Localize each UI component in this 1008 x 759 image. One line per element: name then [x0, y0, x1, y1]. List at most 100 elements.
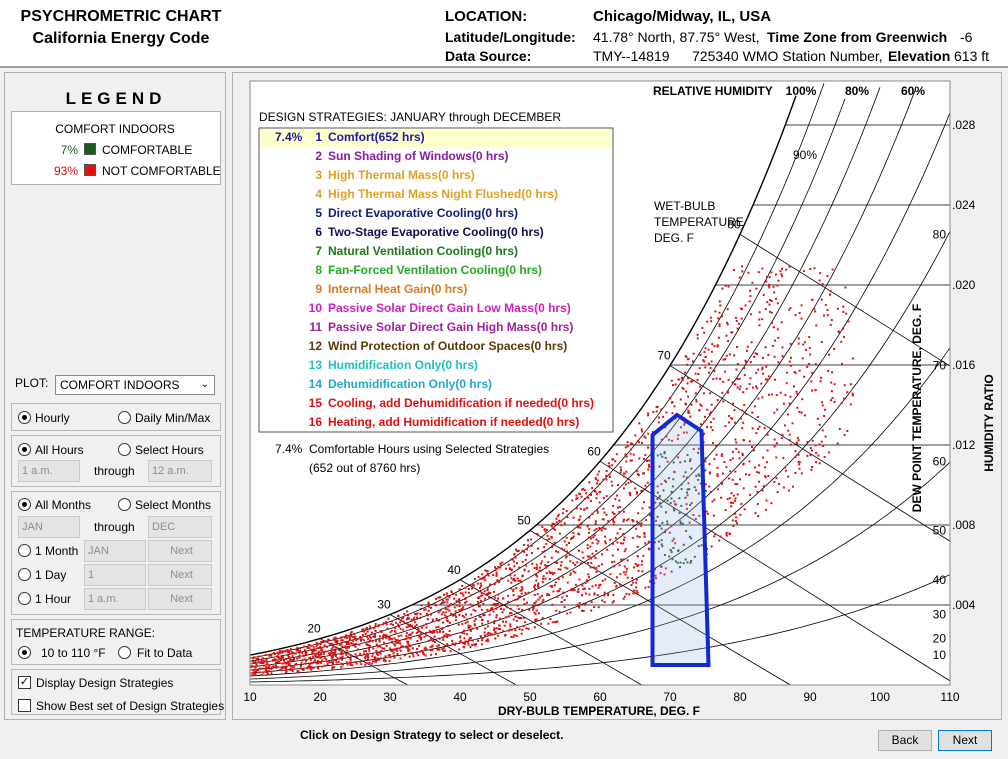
title-line1: PSYCHROMETRIC CHART — [20, 8, 222, 25]
hourly-radio[interactable] — [18, 411, 31, 424]
data-point — [571, 499, 574, 502]
data-point — [773, 438, 776, 441]
data-point — [574, 571, 577, 574]
data-point — [504, 620, 507, 623]
strategy-item-13[interactable]: 13 Humidification Only(0 hrs) — [309, 358, 478, 372]
one-hour-field[interactable]: 1 a.m. — [84, 588, 146, 610]
strategy-item-12[interactable]: 12 Wind Protection of Outdoor Spaces(0 hr… — [309, 339, 568, 353]
data-point — [399, 657, 402, 660]
strategy-item-11[interactable]: 11 Passive Solar Direct Gain High Mass(0 … — [309, 320, 573, 334]
data-point — [257, 660, 260, 663]
strategy-item-10[interactable]: 10 Passive Solar Direct Gain Low Mass(0 h… — [309, 301, 571, 315]
data-point — [480, 618, 483, 621]
hour-from-field[interactable]: 1 a.m. — [18, 460, 80, 482]
comfort-zone-outline[interactable] — [650, 412, 711, 667]
data-point — [272, 659, 275, 662]
one-month-next-button[interactable]: Next — [148, 540, 212, 562]
data-point — [329, 652, 332, 655]
data-point — [375, 650, 378, 653]
data-point — [523, 598, 526, 601]
strategy-item-6[interactable]: 6 Two-Stage Evaporative Cooling(0 hrs) — [315, 225, 544, 239]
data-point — [630, 480, 633, 483]
strategy-item-16[interactable]: 16 Heating, add Humidification if needed(… — [309, 415, 580, 429]
one-month-field[interactable]: JAN — [84, 540, 146, 562]
strategy-item-9[interactable]: 9 Internal Heat Gain(0 hrs) — [315, 282, 467, 296]
data-point — [363, 650, 366, 653]
strategy-item-8[interactable]: 8 Fan-Forced Ventilation Cooling(0 hrs) — [315, 263, 542, 277]
psychrometric-chart[interactable]: 10 20 30 40 50 60 70 80 90 100 110.004.008.012.016… — [233, 73, 1001, 719]
data-point — [573, 588, 576, 591]
one-day-field[interactable]: 1 — [84, 564, 146, 586]
data-point — [362, 639, 365, 642]
data-point — [813, 307, 816, 310]
data-point — [733, 409, 736, 412]
data-point — [519, 579, 522, 582]
data-point — [557, 578, 560, 581]
all-months-radio[interactable] — [18, 498, 31, 511]
data-point — [466, 621, 469, 624]
all-hours-radio[interactable] — [18, 443, 31, 456]
one-day-radio[interactable] — [18, 568, 31, 581]
data-point — [689, 415, 692, 418]
data-point — [604, 540, 606, 543]
data-point — [790, 443, 792, 446]
data-point — [510, 636, 513, 638]
data-point — [351, 664, 354, 667]
data-point — [761, 318, 764, 321]
strategy-item-5[interactable]: 5 Direct Evaporative Cooling(0 hrs) — [315, 206, 518, 220]
data-point — [746, 345, 749, 348]
strategy-item-1[interactable]: 7.4% 1 Comfort(652 hrs) — [275, 130, 425, 144]
data-point — [758, 464, 761, 467]
data-point — [384, 660, 387, 663]
data-point — [622, 542, 625, 545]
dew-point-tick-label: 40 — [933, 573, 947, 587]
select-hours-radio[interactable] — [118, 443, 131, 456]
strategy-item-2[interactable]: 2 Sun Shading of Windows(0 hrs) — [315, 149, 508, 163]
data-point — [295, 649, 298, 652]
fit-to-data-radio[interactable] — [118, 646, 131, 659]
next-button[interactable]: Next — [938, 730, 992, 751]
one-hour-next-button[interactable]: Next — [148, 588, 212, 610]
month-to-field[interactable]: DEC — [148, 516, 212, 538]
back-button[interactable]: Back — [878, 730, 932, 751]
data-point — [535, 600, 538, 603]
range-10-110-radio[interactable] — [18, 646, 31, 659]
data-point — [562, 508, 565, 510]
temp-range-group: TEMPERATURE RANGE: 10 to 110 °F Fit to D… — [11, 619, 221, 665]
data-point — [298, 651, 301, 654]
data-point — [708, 371, 710, 374]
data-point — [598, 483, 601, 486]
plot-select[interactable]: COMFORT INDOORS ⌄ — [55, 375, 215, 395]
one-month-radio[interactable] — [18, 544, 31, 557]
one-hour-radio[interactable] — [18, 592, 31, 605]
data-point — [728, 353, 731, 356]
strategy-item-15[interactable]: 15 Cooling, add Dehumidification if neede… — [309, 396, 594, 410]
display-strategies-checkbox[interactable]: ✓ — [18, 676, 31, 689]
hour-to-field[interactable]: 12 a.m. — [148, 460, 212, 482]
data-point — [596, 509, 599, 512]
data-point — [566, 612, 569, 615]
month-from-field[interactable]: JAN — [18, 516, 80, 538]
strategy-number: 6 — [315, 225, 322, 239]
data-point — [826, 314, 829, 317]
show-best-checkbox[interactable] — [18, 699, 31, 712]
strategy-item-4[interactable]: 4 High Thermal Mass Night Flushed(0 hrs) — [315, 187, 558, 201]
data-point — [474, 644, 477, 647]
data-point — [576, 497, 579, 500]
data-point — [541, 594, 544, 597]
data-point — [479, 582, 482, 585]
data-point — [296, 657, 299, 660]
data-point — [714, 533, 717, 536]
comfort-zone[interactable] — [650, 412, 711, 667]
strategy-item-3[interactable]: 3 High Thermal Mass(0 hrs) — [315, 168, 474, 182]
data-point — [455, 616, 458, 618]
strategy-item-14[interactable]: 14 Dehumidification Only(0 hrs) — [309, 377, 492, 391]
daily-minmax-radio[interactable] — [118, 411, 131, 424]
data-point — [425, 634, 428, 637]
select-months-radio[interactable] — [118, 498, 131, 511]
data-point — [624, 483, 627, 486]
one-day-next-button[interactable]: Next — [148, 564, 212, 586]
data-point — [698, 409, 701, 412]
strategy-item-7[interactable]: 7 Natural Ventilation Cooling(0 hrs) — [315, 244, 518, 258]
data-point — [478, 605, 481, 608]
